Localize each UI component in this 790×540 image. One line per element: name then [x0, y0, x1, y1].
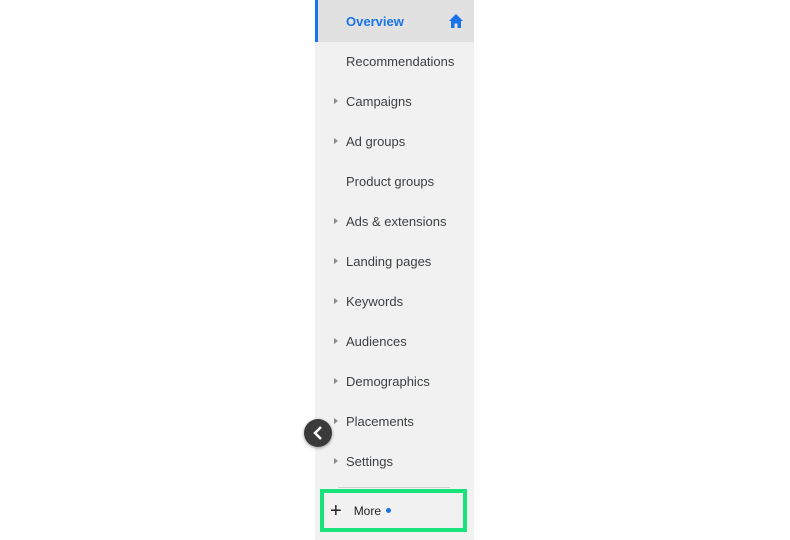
- expand-arrow-icon[interactable]: [334, 458, 338, 464]
- expand-arrow-icon[interactable]: [334, 258, 338, 264]
- sidebar-item-ads-extensions[interactable]: Ads & extensions: [315, 201, 474, 241]
- sidebar-item-demographics[interactable]: Demographics: [315, 361, 474, 401]
- sidebar-item-settings[interactable]: Settings: [315, 441, 474, 481]
- sidebar-item-label: Settings: [346, 453, 393, 469]
- sidebar-item-label: Campaigns: [346, 93, 412, 109]
- sidebar-item-label: Recommendations: [346, 53, 455, 69]
- sidebar-item-ad-groups[interactable]: Ad groups: [315, 121, 474, 161]
- sidebar-item-placements[interactable]: Placements: [315, 401, 474, 441]
- more-label: More: [353, 503, 382, 518]
- sidebar-item-keywords[interactable]: Keywords: [315, 281, 474, 321]
- sidebar-nav: Overview Recommendations Campaigns Ad group…: [315, 0, 474, 540]
- notification-dot: [386, 508, 392, 513]
- expand-arrow-icon[interactable]: [334, 218, 338, 224]
- sidebar-item-label: Keywords: [346, 293, 404, 309]
- sidebar-item-recommendations[interactable]: Recommendations: [315, 41, 474, 81]
- expand-arrow-icon[interactable]: [334, 418, 338, 424]
- sidebar-item-label: Overview: [346, 13, 404, 29]
- expand-arrow-icon[interactable]: [334, 138, 338, 144]
- sidebar-item-landing-pages[interactable]: Landing pages: [315, 241, 474, 281]
- sidebar-item-label: Demographics: [346, 373, 430, 389]
- sidebar-item-label: Ads & extensions: [346, 213, 447, 229]
- sidebar-item-label: Ad groups: [346, 133, 406, 149]
- sidebar-item-label: Audiences: [346, 333, 407, 349]
- plus-icon: +: [330, 499, 342, 522]
- sidebar-item-overview[interactable]: Overview: [315, 0, 474, 42]
- sidebar-item-product-groups[interactable]: Product groups: [315, 161, 474, 201]
- sidebar-item-audiences[interactable]: Audiences: [315, 321, 474, 361]
- expand-arrow-icon[interactable]: [334, 338, 338, 344]
- sidebar-item-campaigns[interactable]: Campaigns: [315, 81, 474, 121]
- sidebar-item-label: Product groups: [346, 173, 435, 189]
- more-button[interactable]: + More: [320, 489, 467, 532]
- divider: [338, 487, 450, 488]
- home-icon: [449, 14, 463, 28]
- chevron-left-icon: [313, 426, 322, 440]
- expand-arrow-icon[interactable]: [334, 298, 338, 304]
- expand-arrow-icon[interactable]: [334, 378, 338, 384]
- collapse-sidebar-button[interactable]: [304, 419, 332, 447]
- sidebar-item-label: Landing pages: [346, 253, 432, 269]
- expand-arrow-icon[interactable]: [334, 98, 338, 104]
- sidebar-item-label: Placements: [346, 413, 414, 429]
